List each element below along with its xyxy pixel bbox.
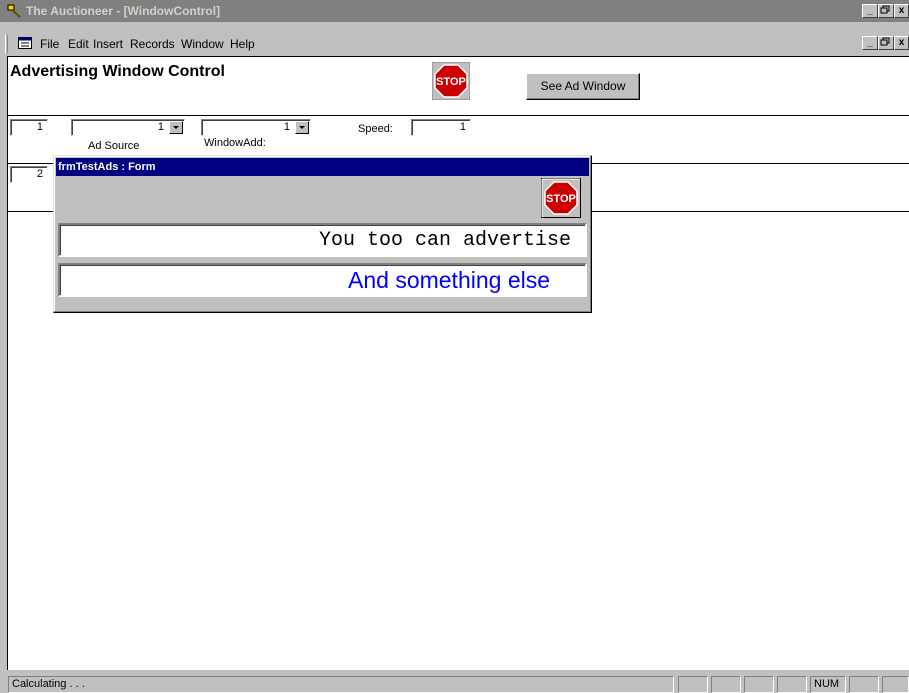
menu-bar: File Edit Insert Records Window Help _ x: [0, 33, 909, 55]
menu-grip: [5, 35, 8, 53]
ad-source-label: Ad Source: [88, 140, 140, 152]
doc-minimize-button[interactable]: _: [862, 36, 878, 50]
form-workarea: Advertising Window Control STOP See Ad W…: [7, 56, 909, 670]
status-pane-empty: [777, 676, 807, 693]
status-bar: Calculating . . . NUM: [0, 675, 909, 693]
restore-icon: [880, 5, 890, 14]
status-text: Calculating . . .: [8, 676, 674, 693]
ad-text-box-1[interactable]: You too can advertise: [58, 223, 587, 257]
test-ads-form-title[interactable]: frmTestAds : Form: [56, 158, 589, 176]
ad-text-1: You too can advertise: [318, 229, 571, 252]
window-add-combo[interactable]: 1: [201, 119, 311, 136]
auctioneer-app-icon: [7, 4, 21, 18]
menu-help[interactable]: Help: [230, 37, 255, 51]
close-button[interactable]: x: [894, 4, 909, 18]
window-add-label: WindowAdd:: [204, 137, 266, 149]
menu-file[interactable]: File: [40, 37, 59, 51]
chevron-down-icon[interactable]: [169, 121, 183, 134]
row-number-field[interactable]: 2: [10, 166, 48, 183]
popup-stop-label: STOP: [546, 193, 576, 205]
doc-close-button[interactable]: x: [894, 36, 909, 50]
status-pane-empty: [882, 676, 909, 693]
speed-label: Speed:: [358, 123, 393, 135]
ad-text-box-2[interactable]: And something else: [58, 263, 587, 297]
ad-text-2: And something else: [348, 267, 551, 293]
window-add-value: 1: [283, 121, 290, 133]
row-number-field[interactable]: 1: [10, 119, 48, 136]
row-separator: [8, 115, 909, 116]
menu-edit[interactable]: Edit: [68, 37, 89, 51]
stop-label: STOP: [436, 76, 466, 88]
menu-insert[interactable]: Insert: [93, 37, 123, 51]
form-title: Advertising Window Control: [10, 63, 225, 80]
stop-button[interactable]: STOP: [432, 62, 470, 100]
see-ad-window-button[interactable]: See Ad Window: [526, 73, 640, 100]
chevron-down-icon[interactable]: [295, 121, 309, 134]
status-pane-empty: [711, 676, 741, 693]
test-ads-form-window[interactable]: frmTestAds : Form STOP You too can adver…: [53, 155, 592, 313]
window-title-bar[interactable]: The Auctioneer - [WindowControl] _ x: [0, 0, 909, 22]
form-document-icon[interactable]: [18, 37, 32, 49]
popup-stop-button[interactable]: STOP: [541, 178, 581, 218]
num-lock-indicator: NUM: [810, 676, 846, 693]
ad-source-combo[interactable]: 1: [71, 119, 185, 136]
doc-restore-button[interactable]: [878, 36, 894, 50]
status-pane-empty: [849, 676, 879, 693]
ad-source-value: 1: [157, 121, 164, 133]
window-title: The Auctioneer - [WindowControl]: [26, 4, 221, 18]
doc-restore-icon: [880, 37, 890, 46]
speed-field[interactable]: 1: [411, 119, 471, 136]
status-pane-empty: [678, 676, 708, 693]
menu-records[interactable]: Records: [130, 37, 175, 51]
restore-button[interactable]: [878, 4, 894, 18]
menu-window[interactable]: Window: [181, 37, 224, 51]
minimize-button[interactable]: _: [862, 4, 878, 18]
status-pane-empty: [744, 676, 774, 693]
